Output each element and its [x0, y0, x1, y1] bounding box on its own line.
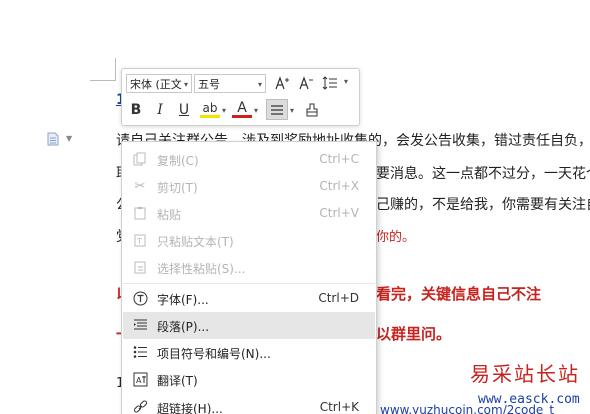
chevron-down-icon: ▾ — [257, 80, 262, 89]
align-button[interactable] — [266, 99, 288, 120]
scissors-icon: ✂ — [134, 178, 146, 194]
doc-red-heading: 看完，关键信息自己不注 — [376, 285, 542, 303]
format-painter-icon — [306, 103, 318, 117]
chevron-down-icon[interactable]: ▾ — [254, 106, 258, 115]
watermark-url: www.easck.com — [478, 392, 580, 407]
menu-item-label: 剪切(T) — [157, 181, 198, 195]
font-color-button[interactable]: A — [232, 100, 252, 118]
menu-item-label: 超链接(H)... — [157, 402, 223, 414]
menu-item-label: 项目符号和编号(N)... — [157, 347, 271, 361]
menu-item-label: 翻译(T) — [157, 374, 198, 388]
watermark-logo-text: 易采站长站 — [470, 362, 580, 386]
font-name-select[interactable]: 宋体 (正文 ▾ — [126, 74, 192, 93]
underline-button[interactable]: U — [174, 100, 194, 120]
menu-item-shortcut: Ctrl+V — [319, 206, 359, 220]
menu-item-paste-text-only[interactable]: T 只粘贴文本(T) — [123, 227, 375, 254]
menu-item-shortcut: Ctrl+C — [319, 152, 359, 166]
menu-item-hyperlink[interactable]: 超链接(H)... Ctrl+K — [123, 394, 375, 414]
document-page[interactable]: 1 ▼ 请自己关注群公告，涉及到奖励地址收集的，会发公告收集，错过责任自负，想 … — [0, 0, 590, 414]
copy-icon — [132, 151, 148, 167]
doc-red-text: 你的。 — [376, 230, 416, 245]
font-icon — [132, 290, 148, 306]
bullets-icon — [132, 344, 148, 360]
menu-item-label: 粘贴 — [157, 208, 182, 222]
font-size-select[interactable]: 五号 ▾ — [194, 74, 266, 93]
menu-item-label: 只粘贴文本(T) — [157, 235, 234, 249]
menu-item-paragraph[interactable]: 段落(P)... — [123, 312, 375, 339]
chevron-down-icon[interactable]: ▼ — [66, 134, 72, 143]
chevron-down-icon[interactable]: ▾ — [290, 106, 294, 115]
menu-item-translate[interactable]: A 翻译(T) — [123, 366, 375, 393]
menu-item-font[interactable]: 字体(F)... Ctrl+D — [123, 285, 375, 312]
grow-font-button[interactable] — [272, 73, 292, 93]
font-size-value: 五号 — [198, 78, 220, 91]
document-outline-icon[interactable] — [46, 132, 60, 146]
menu-item-shortcut: Ctrl+X — [319, 179, 359, 193]
paragraph-icon — [132, 317, 148, 333]
menu-item-cut[interactable]: ✂ 剪切(T) Ctrl+X — [123, 173, 375, 200]
bold-button[interactable]: B — [126, 100, 146, 120]
italic-button[interactable]: I — [150, 100, 170, 120]
doc-paragraph-line: 要消息。这一点都不过分，一天花个 — [376, 166, 590, 182]
chevron-down-icon[interactable]: ▾ — [344, 77, 348, 86]
menu-item-label: 段落(P)... — [157, 320, 210, 334]
doc-paragraph-line: 己赚的，不是给我，你需要有关注自 — [376, 197, 590, 213]
chevron-down-icon[interactable]: ▾ — [222, 106, 226, 115]
paste-special-icon — [132, 259, 148, 275]
paste-icon — [132, 205, 148, 221]
chevron-down-icon: ▾ — [183, 80, 188, 89]
svg-text:T: T — [136, 237, 142, 246]
menu-item-label: 复制(C) — [157, 154, 199, 168]
doc-red-heading: 以群里问。 — [376, 325, 452, 343]
svg-text:A: A — [136, 376, 142, 385]
format-painter-button[interactable] — [302, 100, 322, 120]
floating-format-toolbar: 宋体 (正文 ▾ 五号 ▾ ▾ B I U ab ▾ A ▾ ▾ — [121, 68, 360, 126]
grow-font-icon — [275, 76, 289, 90]
line-spacing-button[interactable] — [320, 73, 340, 93]
highlight-button[interactable]: ab — [200, 100, 220, 118]
context-menu: 复制(C) Ctrl+C ✂ 剪切(T) Ctrl+X 粘贴 Ctrl+V T … — [121, 141, 377, 414]
hyperlink-icon — [132, 399, 148, 414]
menu-item-copy[interactable]: 复制(C) Ctrl+C — [123, 146, 375, 173]
menu-item-paste-special[interactable]: 选择性粘贴(S)... — [123, 254, 375, 281]
menu-item-label: 选择性粘贴(S)... — [157, 262, 246, 276]
shrink-font-button[interactable] — [296, 73, 316, 93]
shrink-font-icon — [299, 76, 313, 90]
menu-item-bullets-numbering[interactable]: 项目符号和编号(N)... — [123, 339, 375, 366]
translate-icon: A — [132, 371, 148, 387]
menu-item-shortcut: Ctrl+D — [318, 291, 359, 305]
menu-item-paste[interactable]: 粘贴 Ctrl+V — [123, 200, 375, 227]
line-spacing-icon — [322, 76, 337, 90]
align-justify-icon — [271, 104, 283, 115]
margin-corner-mark — [90, 80, 115, 81]
menu-separator — [123, 283, 375, 284]
font-name-value: 宋体 (正文 — [130, 78, 182, 91]
menu-item-label: 字体(F)... — [157, 293, 209, 307]
paste-text-icon: T — [132, 232, 148, 248]
margin-corner-mark-vertical — [115, 58, 116, 81]
menu-item-shortcut: Ctrl+K — [319, 400, 359, 414]
